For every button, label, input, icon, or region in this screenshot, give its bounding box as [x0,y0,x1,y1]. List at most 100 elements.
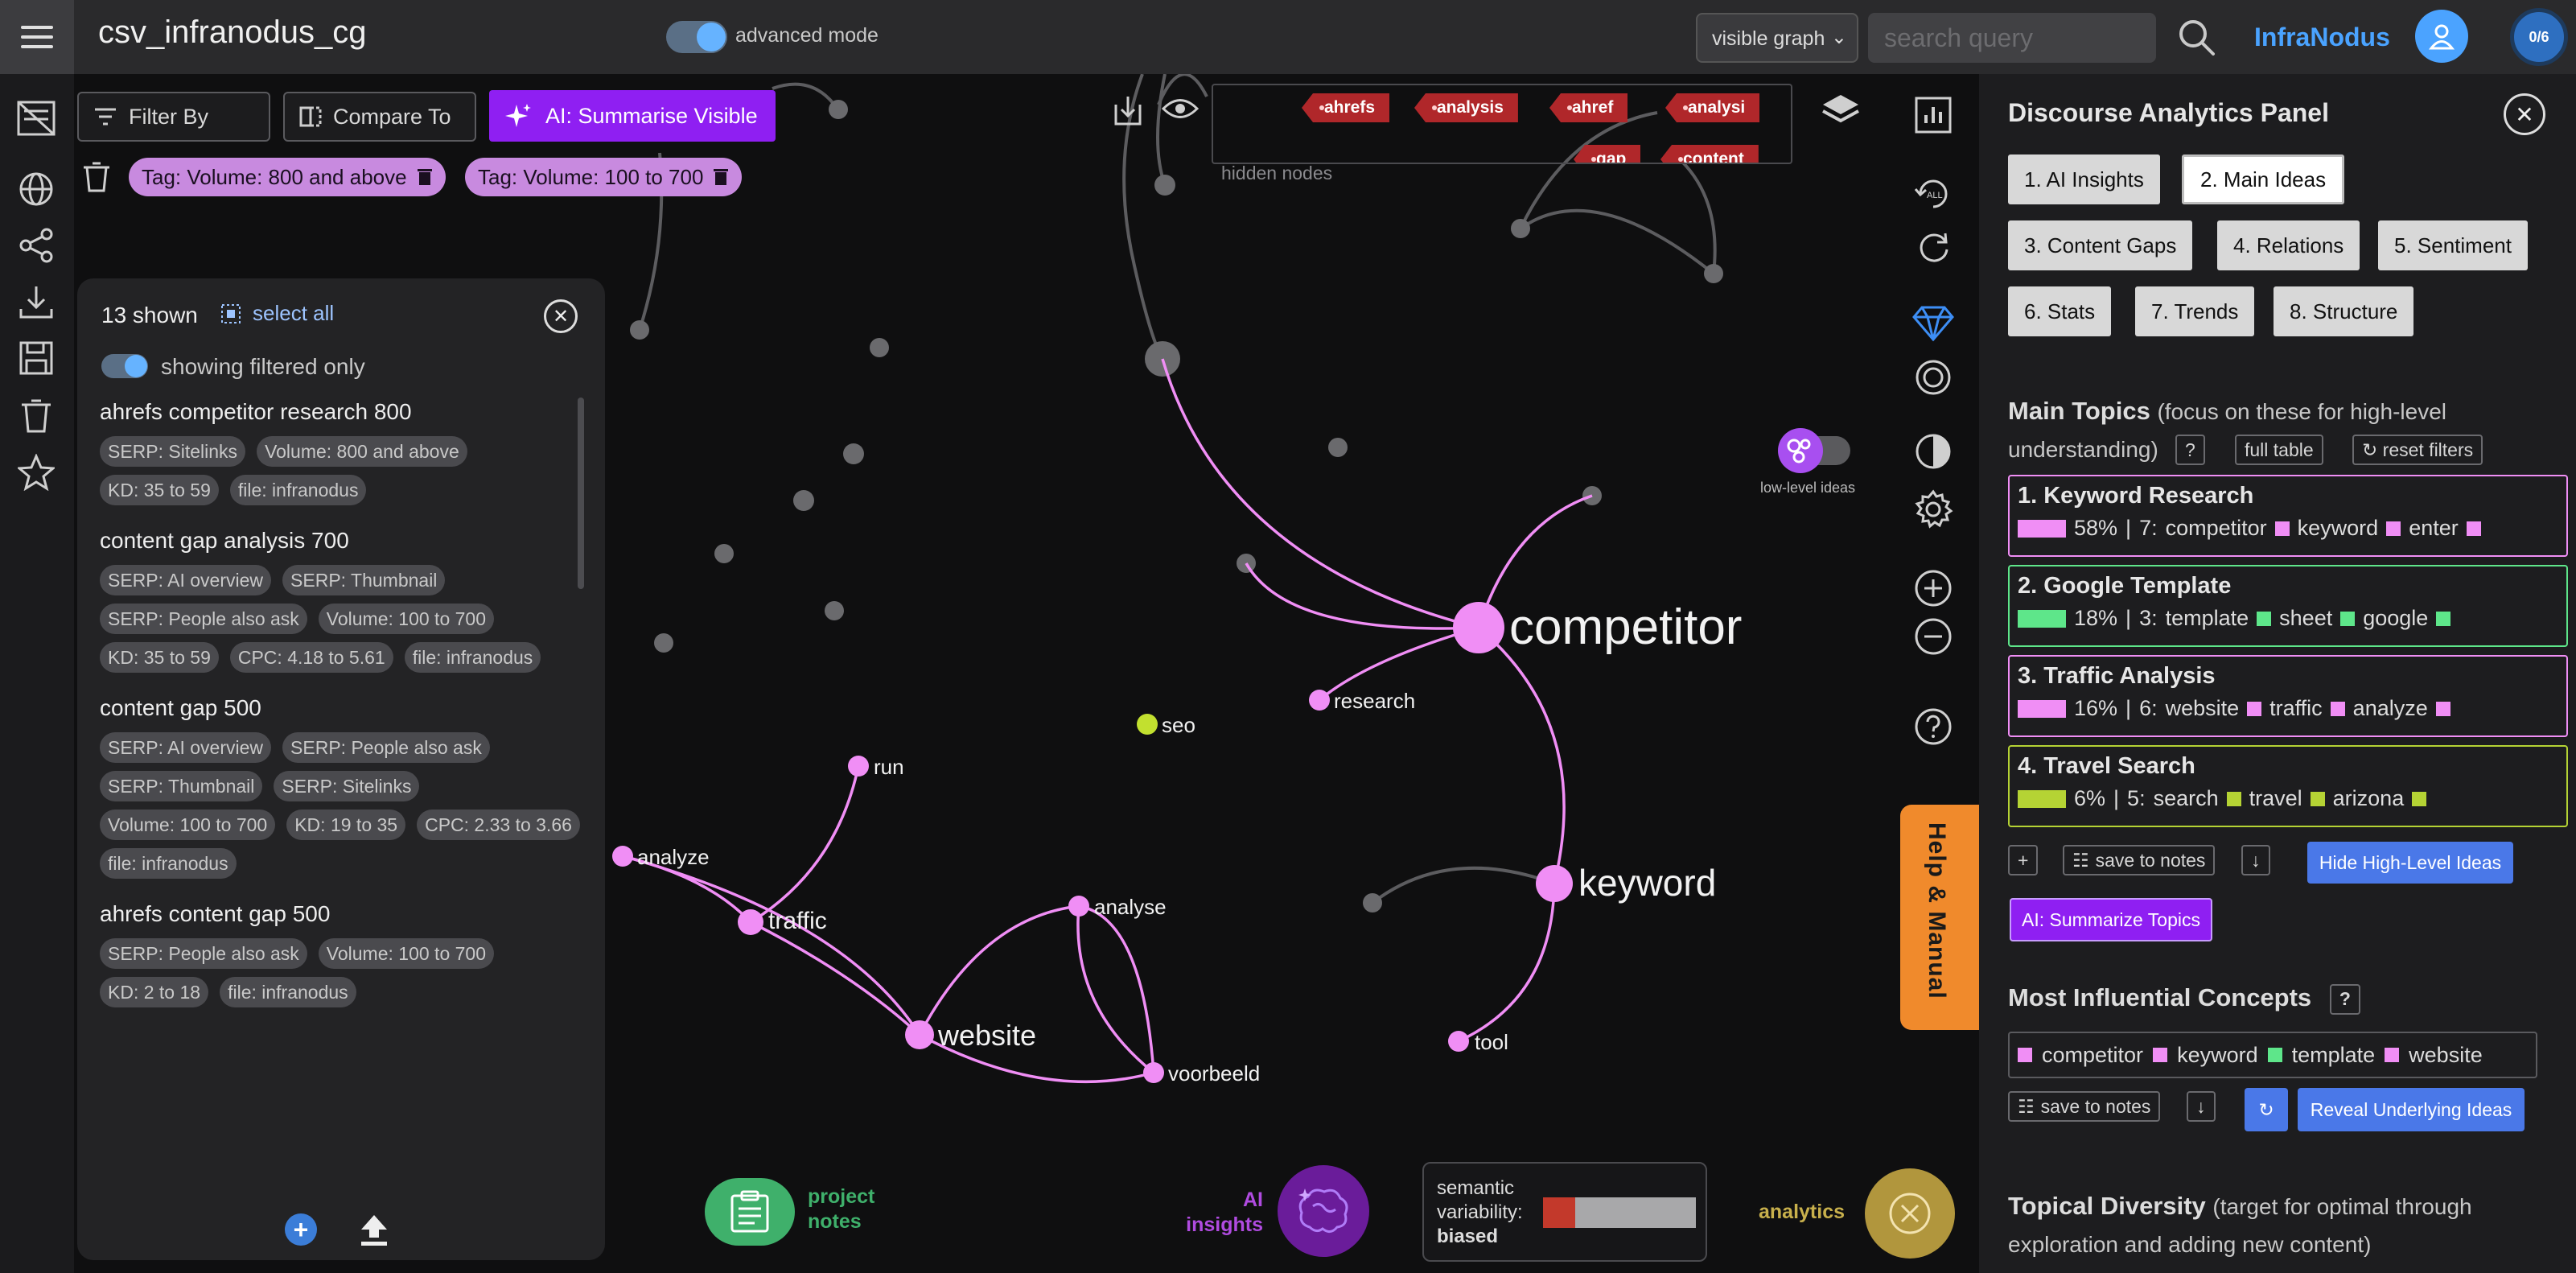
topic-title[interactable]: 1. Keyword Research [2018,483,2558,509]
result-item[interactable]: content gap analysis 700 SERP: AI overvi… [100,528,582,673]
result-chip[interactable]: Volume: 800 and above [257,436,467,467]
concept-item[interactable]: template [2292,1043,2376,1068]
node-traffic[interactable]: traffic [768,908,827,935]
topic-card[interactable]: 1. Keyword Research 58% | 7: competitor keywo… [2008,475,2568,557]
trash-icon[interactable] [13,393,60,439]
diamond-icon[interactable] [1911,301,1955,344]
hide-high-level-ideas-button[interactable]: Hide High-Level Ideas [2307,842,2513,884]
hidden-node-tag[interactable]: analysi [1665,93,1760,122]
topic-term[interactable]: search [2154,786,2219,811]
hidden-nodes-box[interactable]: ahrefs analysis ahref analysi gap conten… [1212,84,1792,164]
main-topics-help-button[interactable]: ? [2175,435,2205,465]
topic-term[interactable]: traffic [2269,696,2323,721]
hidden-node-tag[interactable]: ahrefs [1302,93,1390,122]
node-competitor[interactable]: competitor [1509,599,1742,656]
search-input[interactable] [1868,13,2156,63]
result-title[interactable]: content gap analysis 700 [100,528,582,554]
tab-stats[interactable]: 6. Stats [2008,286,2112,336]
zoom-in-icon[interactable] [1911,566,1955,610]
refresh-concepts-button[interactable]: ↻ [2245,1088,2288,1131]
node-analyse[interactable]: analyse [1094,895,1167,920]
export-graph-icon[interactable] [1113,93,1142,127]
reset-filters-button[interactable]: ↻ reset filters [2352,435,2483,465]
result-chip[interactable]: SERP: People also ask [100,938,307,969]
analytics-close-button[interactable] [1865,1168,1955,1259]
hamburger-menu-button[interactable] [0,0,74,74]
hidden-node-tag[interactable]: ahref [1549,93,1628,122]
node-research[interactable]: research [1334,689,1415,714]
add-topic-button[interactable]: + [2008,845,2039,875]
result-chip[interactable]: Volume: 100 to 700 [100,810,276,840]
graph-view-select[interactable]: visible graph ⌄ [1696,13,1858,63]
help-manual-tab[interactable]: Help & Manual [1900,805,1979,1030]
result-chip[interactable]: file: infranodus [100,848,237,879]
ai-insights-label[interactable]: AI insights [1158,1188,1263,1238]
upload-icon[interactable] [357,1212,391,1247]
hidden-node-tag[interactable]: gap [1574,145,1641,163]
result-chip[interactable]: KD: 35 to 59 [100,642,219,673]
topic-term[interactable]: analyze [2353,696,2428,721]
result-chip[interactable]: KD: 35 to 59 [100,475,219,505]
result-chip[interactable]: SERP: Thumbnail [282,565,446,595]
brand-logo[interactable]: InfraNodus [2254,23,2390,52]
trash-icon[interactable] [417,167,433,187]
user-avatar[interactable] [2415,10,2468,63]
result-chip[interactable]: SERP: AI overview [100,732,272,763]
semantic-variability-widget[interactable]: semantic variability: biased [1422,1162,1707,1262]
topic-term[interactable]: enter [2409,516,2459,541]
node-website[interactable]: website [938,1019,1036,1053]
project-notes-label[interactable]: project notes [808,1184,874,1234]
result-chip[interactable]: file: infranodus [229,475,367,505]
result-chip[interactable]: file: infranodus [404,642,541,673]
result-chip[interactable]: SERP: People also ask [282,732,490,763]
result-title[interactable]: content gap 500 [100,695,582,721]
topic-title[interactable]: 4. Travel Search [2018,753,2558,780]
filter-by-button[interactable]: Filter By [77,92,270,142]
zoom-out-icon[interactable] [1911,615,1955,658]
topic-title[interactable]: 2. Google Template [2018,573,2558,599]
topic-title[interactable]: 3. Traffic Analysis [2018,663,2558,690]
globe-icon[interactable] [13,166,60,212]
active-tag-filter[interactable]: Tag: Volume: 800 and above [129,158,446,196]
save-icon[interactable] [13,335,60,381]
refresh-icon[interactable] [1911,225,1955,269]
select-all-button[interactable]: select all [220,301,334,326]
result-chip[interactable]: Volume: 100 to 700 [318,938,495,969]
topic-card[interactable]: 3. Traffic Analysis 16% | 6: website traffic a… [2008,655,2568,737]
topic-term[interactable]: competitor [2166,516,2267,541]
topic-card[interactable]: 2. Google Template 18% | 3: template sheet goo… [2008,565,2568,647]
result-chip[interactable]: CPC: 4.18 to 5.61 [229,642,393,673]
result-chip[interactable]: SERP: AI overview [100,565,272,595]
result-chip[interactable]: file: infranodus [220,977,356,1007]
project-notes-button[interactable] [705,1178,795,1246]
texts-icon[interactable] [13,95,60,142]
help-question-icon[interactable] [1911,705,1955,748]
result-item[interactable]: ahrefs content gap 500 SERP: People also… [100,901,582,1007]
node-keyword[interactable]: keyword [1578,861,1716,904]
contrast-icon[interactable] [1911,430,1955,473]
close-panel-button[interactable]: ✕ [544,299,578,333]
result-chip[interactable]: CPC: 2.33 to 3.66 [417,810,580,840]
analytics-label[interactable]: analytics [1759,1201,1845,1224]
low-level-ideas-toggle[interactable] [1775,426,1854,473]
result-chip[interactable]: SERP: Thumbnail [100,771,263,801]
star-icon[interactable] [13,449,60,496]
trash-icon[interactable] [713,167,729,187]
result-chip[interactable]: KD: 19 to 35 [286,810,406,840]
topic-card[interactable]: 4. Travel Search 6% | 5: search travel arizona [2008,745,2568,827]
node-run[interactable]: run [874,755,904,780]
ai-insights-button[interactable] [1278,1165,1369,1257]
reveal-underlying-ideas-button[interactable]: Reveal Underlying Ideas [2298,1088,2525,1131]
counter-badge[interactable]: 0/6 [2510,8,2568,66]
node-tool[interactable]: tool [1475,1030,1508,1055]
node-voorbeeld[interactable]: voorbeeld [1168,1061,1260,1086]
node-seo[interactable]: seo [1162,713,1195,738]
influential-help-button[interactable]: ? [2329,983,2360,1015]
result-chip[interactable]: SERP: Sitelinks [274,771,420,801]
reset-all-icon[interactable]: ALL [1911,172,1955,216]
ai-summarise-visible-button[interactable]: AI: Summarise Visible [489,90,776,142]
download-concepts-button[interactable]: ↓ [2187,1091,2216,1122]
topic-term[interactable]: website [2166,696,2240,721]
advanced-mode-toggle[interactable] [666,21,727,53]
save-concepts-to-notes-button[interactable]: ☷ save to notes [2008,1091,2161,1122]
